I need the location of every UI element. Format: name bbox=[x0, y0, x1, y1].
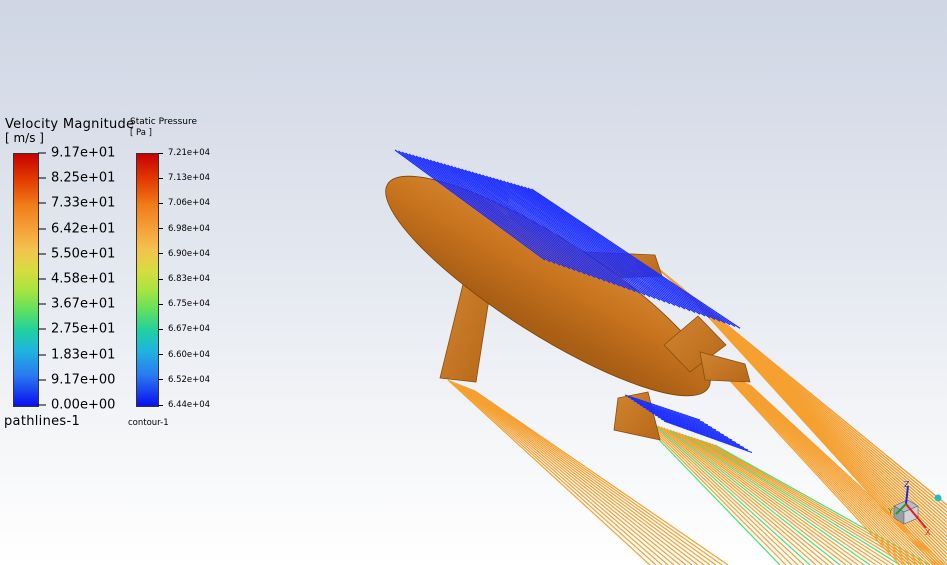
pathline bbox=[675, 431, 853, 565]
y-axis-label: Y bbox=[887, 507, 893, 516]
pathline bbox=[645, 421, 793, 565]
isometric-view-icon bbox=[934, 494, 942, 502]
tail-fin-right bbox=[699, 351, 751, 383]
aircraft-model bbox=[385, 175, 751, 441]
cfd-viewport[interactable] bbox=[0, 0, 947, 565]
axis-triad[interactable]: Z Y X bbox=[880, 478, 947, 538]
pathline bbox=[678, 432, 859, 565]
z-axis-label: Z bbox=[904, 480, 910, 489]
x-axis-label: X bbox=[925, 528, 931, 537]
